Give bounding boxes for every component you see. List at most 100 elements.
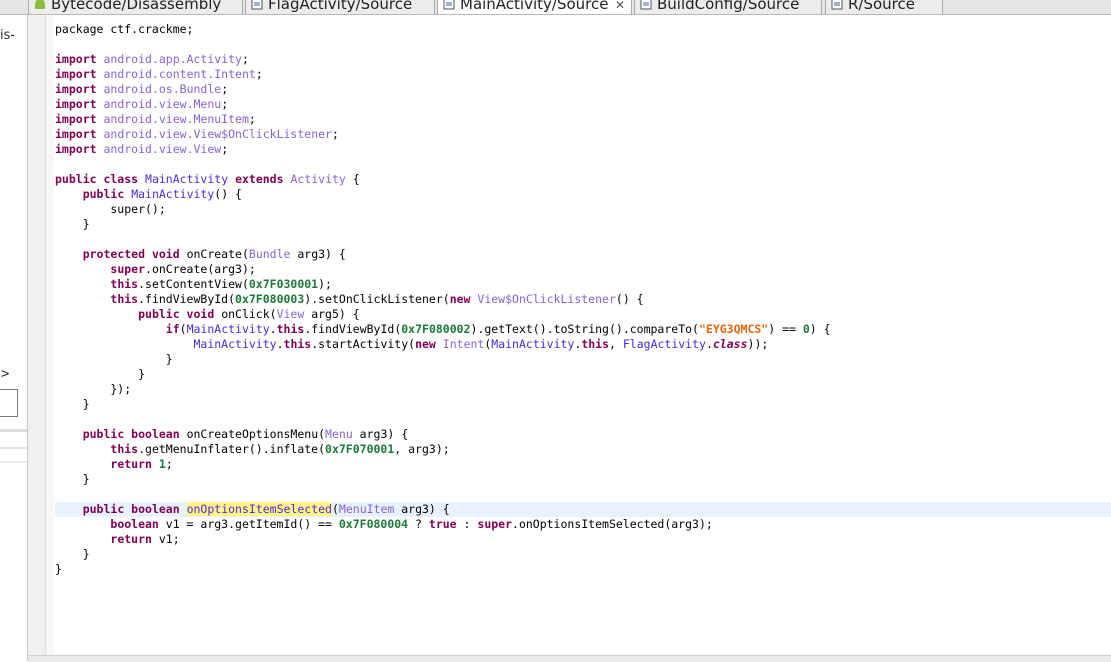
code-line[interactable]: return 1; [55,457,1111,472]
code-text: . [269,322,277,336]
code-number: 1 [158,457,166,471]
code-keyword: true [428,517,457,531]
tab-r-source[interactable]: R/Source [825,0,943,14]
tab-label: BuildConfig/Source [657,0,800,13]
code-keyword: this [581,337,610,351]
code-text: ( [331,502,339,516]
code-text: arg5) { [304,307,360,321]
code-keyword: return [110,532,152,546]
editor-tab-bar: Bytecode/Disassembly FlagActivity/Source… [0,0,1111,15]
code-text: package ctf.crackme; [55,22,194,36]
code-type-ref: View$OnClickListener [477,292,616,306]
code-line[interactable]: } [55,352,1111,367]
code-text: onCreateOptionsMenu( [179,427,326,441]
code-line[interactable]: package ctf.crackme; [55,22,1111,37]
code-type-ref: View [276,307,305,321]
code-line[interactable]: } [55,472,1111,487]
code-keyword: this [283,337,312,351]
code-line[interactable] [55,412,1111,427]
code-line[interactable] [55,157,1111,172]
code-line[interactable]: import android.os.Bundle; [55,82,1111,97]
code-text: } [55,352,173,366]
tab-flagactivity-source[interactable]: FlagActivity/Source [245,0,435,14]
code-line[interactable]: public boolean onOptionsItemSelected(Men… [55,502,1111,517]
tab-bytecode-disassembly[interactable]: Bytecode/Disassembly [28,0,243,14]
code-line[interactable]: this.findViewById(0x7F080003).setOnClick… [55,292,1111,307]
code-type-ref: android.view.View$OnClickListener [103,127,332,141]
code-line[interactable]: import android.view.View$OnClickListener… [55,127,1111,142]
code-line[interactable]: import android.app.Activity; [55,52,1111,67]
code-line[interactable]: if(MainActivity.this.findViewById(0x7F08… [55,322,1111,337]
code-keyword: public [82,187,125,201]
code-text: } [55,367,146,381]
code-keyword: new [449,292,471,306]
code-text: .startActivity( [311,337,416,351]
code-text: )); [747,337,769,351]
code-number: 0 [802,322,810,336]
code-line[interactable]: }); [55,382,1111,397]
code-editor[interactable]: package ctf.crackme; import android.app.A… [55,15,1111,655]
code-keyword: public void [138,307,215,321]
code-text: ) { [809,322,831,336]
panel-input-box[interactable] [0,389,18,417]
code-line[interactable]: } [55,217,1111,232]
expand-arrow-icon[interactable]: > [1,366,9,382]
panel-divider [0,447,27,449]
code-text: } [55,217,90,231]
code-line[interactable]: } [55,547,1111,562]
code-line[interactable]: boolean v1 = arg3.getItemId() == 0x7F080… [55,517,1111,532]
code-line[interactable] [55,232,1111,247]
code-line[interactable]: } [55,367,1111,382]
java-file-icon [251,0,263,10]
code-text: ) == [768,322,803,336]
code-text: .getMenuInflater().inflate( [138,442,326,456]
code-number: 0x7F080003 [235,292,305,306]
code-type-ref: android.app.Activity [103,52,242,66]
code-line[interactable]: import android.view.Menu; [55,97,1111,112]
tab-mainactivity-source[interactable]: MainActivity/Source ✕ [437,0,632,14]
tab-label: R/Source [848,0,915,13]
code-keyword: public boolean [82,427,180,441]
left-side-panel: is- > [0,15,28,661]
code-line[interactable]: protected void onCreate(Bundle arg3) { [55,247,1111,262]
code-line[interactable]: return v1; [55,532,1111,547]
code-line[interactable]: public MainActivity() { [55,187,1111,202]
code-keyword: import [55,142,97,156]
code-line[interactable]: import android.view.View; [55,142,1111,157]
code-line[interactable]: import android.view.MenuItem; [55,112,1111,127]
code-line[interactable] [55,37,1111,52]
code-text: ); [318,277,332,291]
code-text: ; [165,457,173,471]
code-line[interactable]: public boolean onCreateOptionsMenu(Menu … [55,427,1111,442]
code-type-ref: Menu [325,427,353,441]
tab-buildconfig-source[interactable]: BuildConfig/Source [634,0,822,14]
code-line[interactable] [55,487,1111,502]
code-text: ; [248,112,256,126]
code-text: .findViewById( [138,292,236,306]
java-file-icon [831,0,843,10]
code-keyword: this [110,442,139,456]
close-icon[interactable]: ✕ [615,0,625,14]
code-line[interactable]: public void onClick(View arg5) { [55,307,1111,322]
code-line[interactable]: super.onCreate(arg3); [55,262,1111,277]
code-text: arg3) { [352,427,409,441]
code-line[interactable]: MainActivity.this.startActivity(new Inte… [55,337,1111,352]
code-type-ref: android.view.MenuItem [103,112,249,126]
code-text: onClick( [214,307,277,321]
code-text: ; [221,82,229,96]
code-text: .setContentView( [138,277,249,291]
code-text: arg3) { [290,247,346,261]
code-line[interactable]: this.getMenuInflater().inflate(0x7F07000… [55,442,1111,457]
code-text: ; [221,142,229,156]
code-line[interactable]: super(); [55,202,1111,217]
code-line[interactable]: } [55,562,1111,577]
code-text: ; [221,97,229,111]
panel-divider [0,461,27,463]
code-line[interactable]: } [55,397,1111,412]
editor-gutter [28,15,46,661]
code-line[interactable]: this.setContentView(0x7F030001); [55,277,1111,292]
code-line[interactable]: import android.content.Intent; [55,67,1111,82]
code-line[interactable]: public class MainActivity extends Activi… [55,172,1111,187]
